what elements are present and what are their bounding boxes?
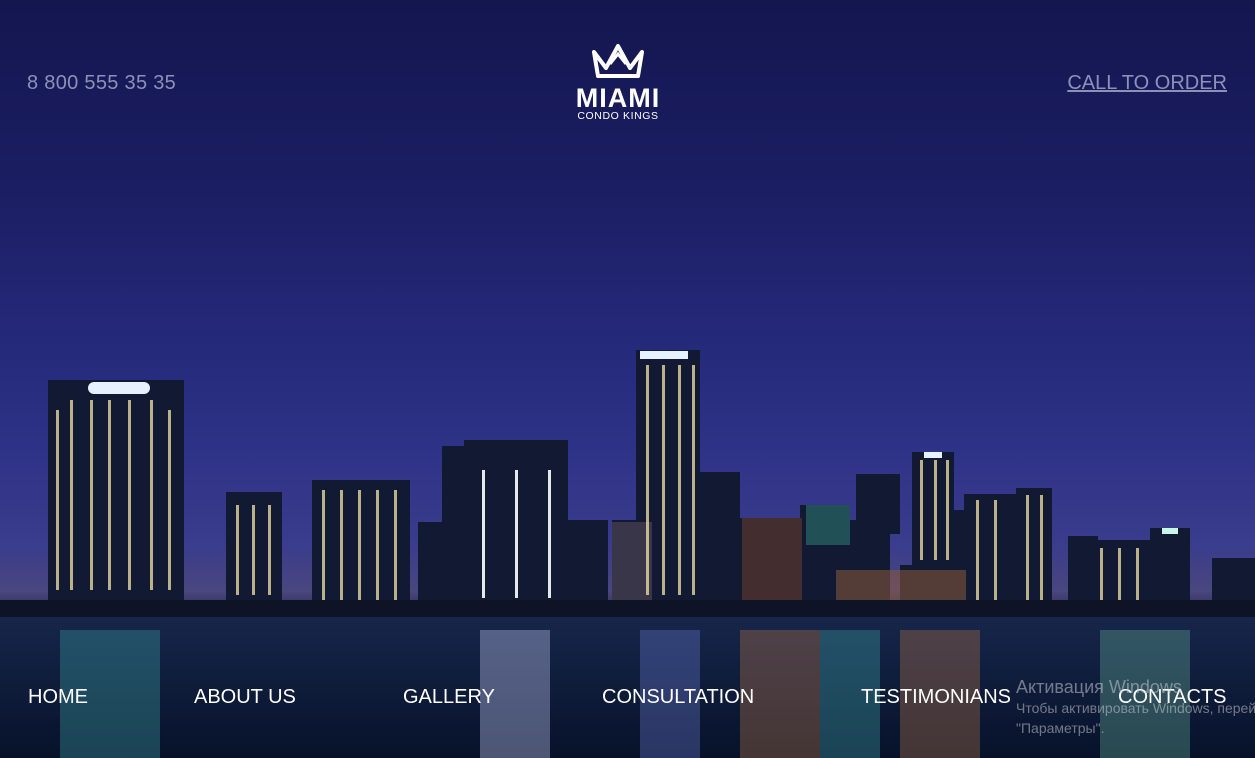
watermark-line-2: "Параметры". bbox=[1016, 720, 1105, 736]
nav-item-testimonials[interactable]: TESTIMONIANS bbox=[861, 686, 1011, 709]
crown-icon bbox=[592, 44, 644, 78]
brand-logo[interactable]: MIAMI CONDO KINGS bbox=[558, 42, 678, 122]
call-to-order-link[interactable]: CALL TO ORDER bbox=[1067, 72, 1227, 95]
nav-item-home[interactable]: HOME bbox=[28, 686, 88, 709]
windows-activation-watermark: Активация Windows Чтобы активировать Win… bbox=[1016, 676, 1255, 746]
watermark-line-1: Чтобы активировать Windows, перейдите в … bbox=[1016, 700, 1255, 716]
phone-number[interactable]: 8 800 555 35 35 bbox=[27, 72, 176, 95]
nav-item-about-us[interactable]: ABOUT US bbox=[194, 686, 296, 709]
logo-wordmark: MIAMI bbox=[575, 83, 661, 113]
nav-item-gallery[interactable]: GALLERY bbox=[403, 686, 495, 709]
watermark-title: Активация Windows bbox=[1016, 677, 1182, 697]
nav-item-consultation[interactable]: CONSULTATION bbox=[602, 686, 754, 709]
